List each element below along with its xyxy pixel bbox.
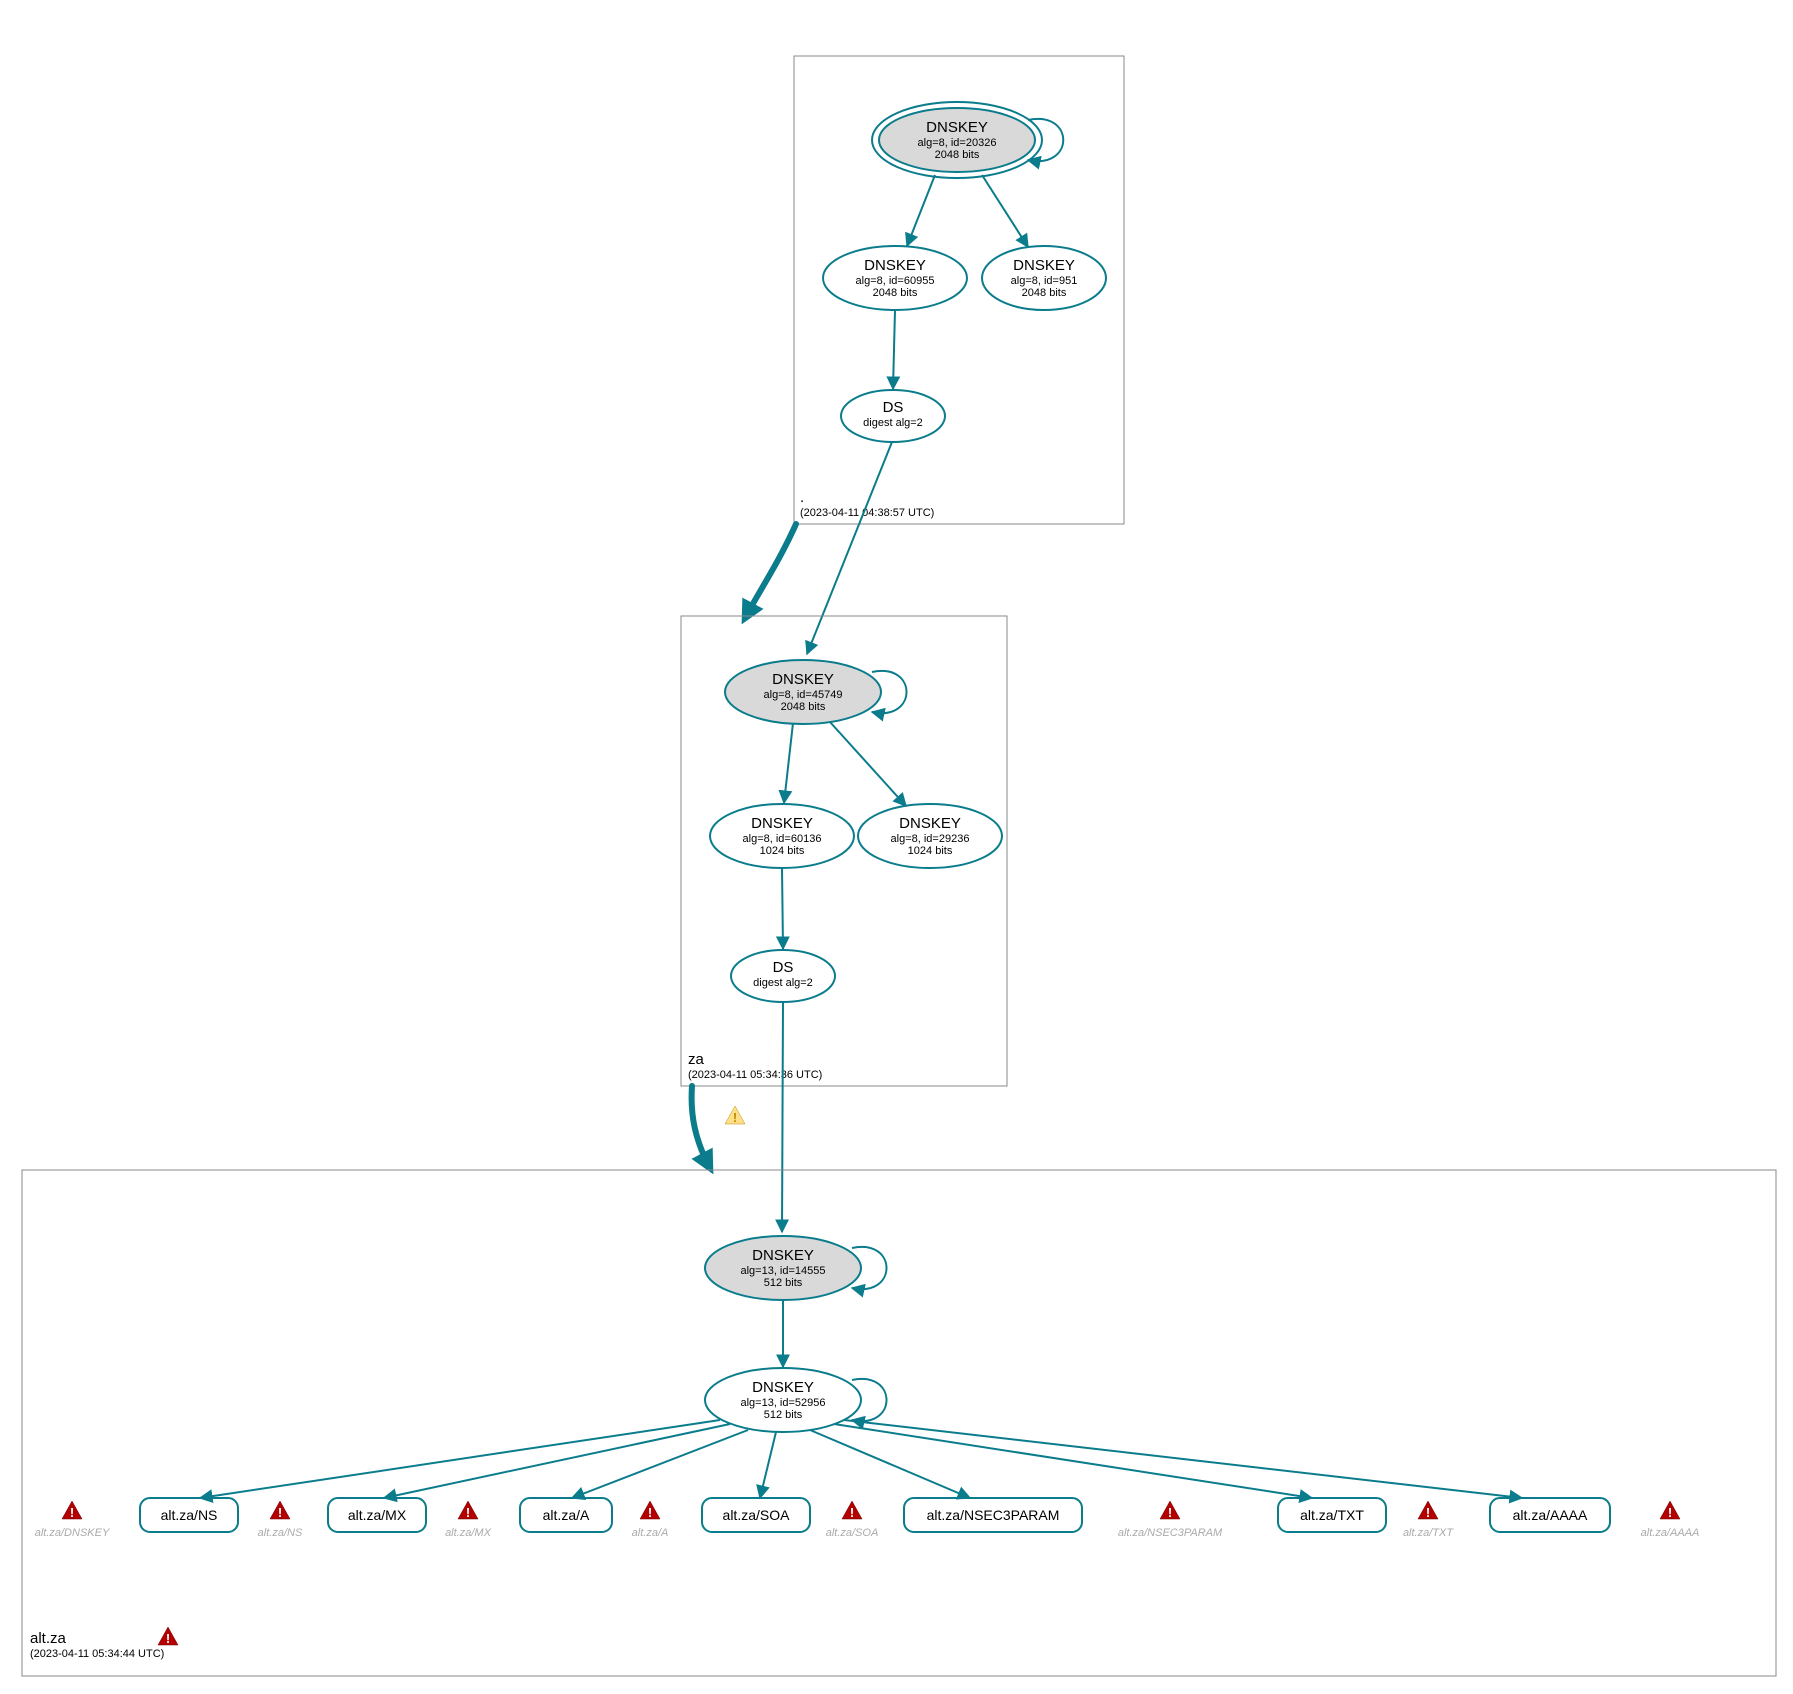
svg-text:DNSKEY: DNSKEY bbox=[864, 257, 926, 274]
node-root-ds: DS digest alg=2 bbox=[841, 390, 945, 442]
svg-text:alt.za/AAAA: alt.za/AAAA bbox=[1641, 1527, 1700, 1539]
svg-text:DNSKEY: DNSKEY bbox=[752, 1379, 814, 1396]
record-txt: alt.za/TXT bbox=[1278, 1498, 1386, 1532]
node-root-ksk: DNSKEY alg=8, id=20326 2048 bits bbox=[872, 102, 1063, 178]
error-icon bbox=[458, 1501, 478, 1520]
svg-text:alt.za/SOA: alt.za/SOA bbox=[723, 1507, 791, 1523]
svg-text:DS: DS bbox=[773, 959, 794, 976]
svg-text:alt.za/NSEC3PARAM: alt.za/NSEC3PARAM bbox=[1118, 1527, 1223, 1539]
edge-za-ds-to-altza-ksk bbox=[782, 1002, 783, 1232]
record-a: alt.za/A bbox=[520, 1498, 612, 1532]
svg-text:alt.za/AAAA: alt.za/AAAA bbox=[1513, 1507, 1588, 1523]
error-icon bbox=[1660, 1501, 1680, 1520]
zone-root-time: (2023-04-11 04:38:57 UTC) bbox=[800, 507, 934, 519]
zone-root-label: . bbox=[800, 489, 804, 506]
svg-text:2048 bits: 2048 bits bbox=[935, 149, 980, 161]
edge-root-to-za-zone bbox=[745, 524, 796, 618]
svg-text:2048 bits: 2048 bits bbox=[781, 701, 826, 713]
svg-text:alt.za/NS: alt.za/NS bbox=[161, 1507, 218, 1523]
svg-text:alt.za/MX: alt.za/MX bbox=[445, 1527, 492, 1539]
error-icon bbox=[1418, 1501, 1438, 1520]
svg-text:DS: DS bbox=[883, 399, 904, 416]
node-za-ds: DS digest alg=2 bbox=[731, 950, 835, 1002]
svg-text:alt.za/TXT: alt.za/TXT bbox=[1403, 1527, 1454, 1539]
record-nsec3param: alt.za/NSEC3PARAM bbox=[904, 1498, 1082, 1532]
record-ns: alt.za/NS bbox=[140, 1498, 238, 1532]
zone-altza-time: (2023-04-11 05:34:44 UTC) bbox=[30, 1648, 164, 1660]
svg-text:alt.za/NSEC3PARAM: alt.za/NSEC3PARAM bbox=[927, 1507, 1060, 1523]
svg-text:512 bits: 512 bits bbox=[764, 1409, 803, 1421]
svg-text:digest alg=2: digest alg=2 bbox=[863, 417, 923, 429]
svg-text:alg=13, id=14555: alg=13, id=14555 bbox=[740, 1265, 825, 1277]
error-icon bbox=[270, 1501, 290, 1520]
edge-root-ds-to-za-ksk bbox=[807, 442, 892, 654]
svg-text:digest alg=2: digest alg=2 bbox=[753, 977, 813, 989]
svg-text:alg=8, id=45749: alg=8, id=45749 bbox=[764, 689, 843, 701]
error-icon bbox=[842, 1501, 862, 1520]
node-za-zsk2: DNSKEY alg=8, id=29236 1024 bits bbox=[858, 804, 1002, 868]
error-icon bbox=[1160, 1501, 1180, 1520]
greyed-dnskey: alt.za/DNSKEY bbox=[35, 1527, 110, 1539]
svg-text:2048 bits: 2048 bits bbox=[1022, 287, 1067, 299]
node-za-zsk1: DNSKEY alg=8, id=60136 1024 bits bbox=[710, 804, 854, 868]
zone-altza-label: alt.za bbox=[30, 1630, 67, 1647]
svg-text:alg=8, id=60136: alg=8, id=60136 bbox=[743, 833, 822, 845]
svg-text:DNSKEY: DNSKEY bbox=[772, 671, 834, 688]
svg-text:512 bits: 512 bits bbox=[764, 1277, 803, 1289]
zone-za-label: za bbox=[688, 1051, 705, 1068]
svg-text:1024 bits: 1024 bits bbox=[908, 845, 953, 857]
svg-text:alg=8, id=29236: alg=8, id=29236 bbox=[891, 833, 970, 845]
warning-icon bbox=[725, 1106, 745, 1125]
svg-text:DNSKEY: DNSKEY bbox=[926, 119, 988, 136]
node-root-zsk1: DNSKEY alg=8, id=60955 2048 bits bbox=[823, 246, 967, 310]
svg-text:alg=8, id=60955: alg=8, id=60955 bbox=[856, 275, 935, 287]
node-root-zsk2: DNSKEY alg=8, id=951 2048 bits bbox=[982, 246, 1106, 310]
zone-za-time: (2023-04-11 05:34:36 UTC) bbox=[688, 1069, 822, 1081]
zone-root: . (2023-04-11 04:38:57 UTC) DNSKEY alg=8… bbox=[794, 56, 1124, 524]
node-altza-ksk: DNSKEY alg=13, id=14555 512 bits bbox=[705, 1236, 887, 1300]
svg-text:DNSKEY: DNSKEY bbox=[899, 815, 961, 832]
svg-text:2048 bits: 2048 bits bbox=[873, 287, 918, 299]
svg-text:alt.za/SOA: alt.za/SOA bbox=[826, 1527, 879, 1539]
svg-text:alt.za/A: alt.za/A bbox=[632, 1527, 669, 1539]
dnssec-diagram: ! ! . (2023-04-11 04:38:57 UTC) DNSKEY a… bbox=[0, 0, 1793, 1694]
error-icon bbox=[158, 1627, 178, 1646]
record-soa: alt.za/SOA bbox=[702, 1498, 810, 1532]
svg-text:alt.za/NS: alt.za/NS bbox=[258, 1527, 303, 1539]
zone-za: za (2023-04-11 05:34:36 UTC) DNSKEY alg=… bbox=[681, 616, 1007, 1086]
record-aaaa: alt.za/AAAA bbox=[1490, 1498, 1610, 1532]
svg-text:alg=13, id=52956: alg=13, id=52956 bbox=[740, 1397, 825, 1409]
svg-text:1024 bits: 1024 bits bbox=[760, 845, 805, 857]
error-icon bbox=[640, 1501, 660, 1520]
record-mx: alt.za/MX bbox=[328, 1498, 426, 1532]
svg-text:alt.za/TXT: alt.za/TXT bbox=[1300, 1507, 1364, 1523]
svg-text:alg=8, id=951: alg=8, id=951 bbox=[1011, 275, 1078, 287]
svg-text:alt.za/MX: alt.za/MX bbox=[348, 1507, 407, 1523]
svg-text:DNSKEY: DNSKEY bbox=[751, 815, 813, 832]
svg-text:alg=8, id=20326: alg=8, id=20326 bbox=[918, 137, 997, 149]
zone-altza: alt.za (2023-04-11 05:34:44 UTC) DNSKEY … bbox=[22, 1170, 1776, 1676]
error-icon bbox=[62, 1501, 82, 1520]
edge-za-to-altza-zone bbox=[692, 1086, 710, 1168]
svg-text:DNSKEY: DNSKEY bbox=[1013, 257, 1075, 274]
svg-text:alt.za/A: alt.za/A bbox=[543, 1507, 590, 1523]
svg-text:DNSKEY: DNSKEY bbox=[752, 1247, 814, 1264]
node-za-ksk: DNSKEY alg=8, id=45749 2048 bits bbox=[725, 660, 907, 724]
